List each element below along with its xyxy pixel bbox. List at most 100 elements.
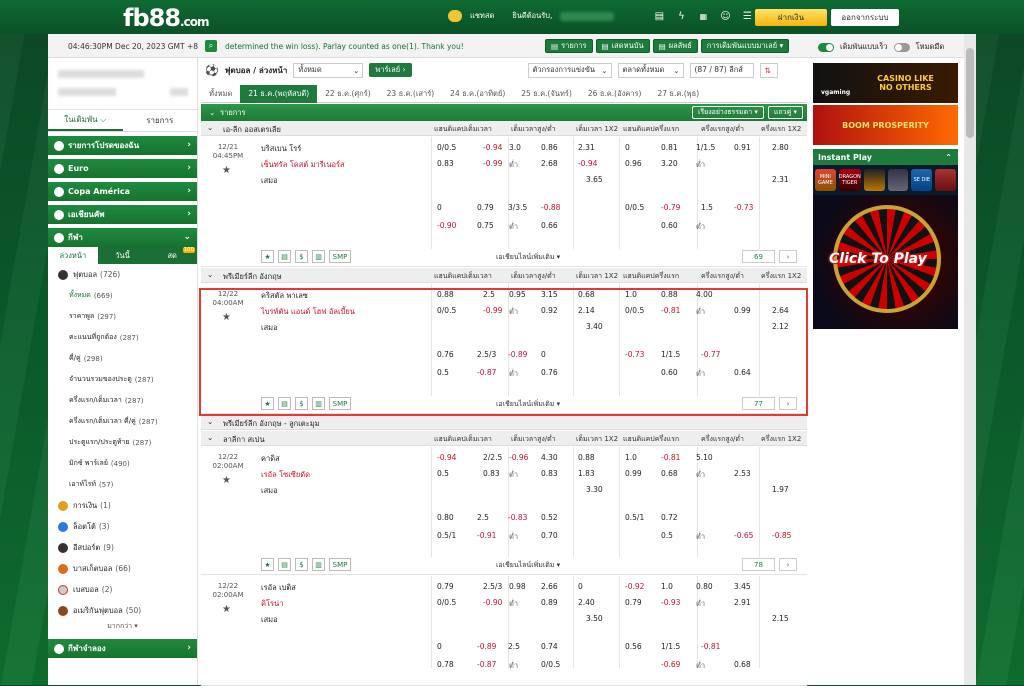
odds-value[interactable]: 3.20 bbox=[661, 159, 678, 168]
odds-value[interactable]: -0.90 bbox=[437, 221, 456, 230]
odds-value[interactable]: 0/0.5 bbox=[625, 203, 644, 212]
odds-value[interactable]: 0.68 bbox=[661, 469, 678, 478]
odds-value[interactable]: 0.70 bbox=[541, 531, 558, 540]
odds-value[interactable]: 0.98 bbox=[509, 582, 526, 591]
sidebar-group-asian-cup[interactable]: เอเชียนคัพ › bbox=[48, 205, 197, 224]
odds-value[interactable]: 1/1.5 bbox=[661, 642, 680, 651]
odds-value[interactable]: 0.76 bbox=[541, 368, 558, 377]
match-filter-select[interactable]: ตัวกรองการแข่งขัน ⌄ bbox=[527, 62, 612, 78]
odds-value[interactable]: 0.88 bbox=[437, 290, 454, 299]
home-team[interactable]: คาดิส bbox=[261, 453, 280, 465]
odds-value[interactable]: -0.89 bbox=[508, 350, 527, 359]
sidebar-item-outright[interactable]: เอาท์ไรท์ (57) bbox=[48, 474, 197, 495]
more-lines-link[interactable]: เอเชียนไลน์เพิ่มเติม ▾ bbox=[496, 560, 560, 571]
odds-value[interactable]: 1.0 bbox=[625, 290, 637, 299]
away-team[interactable]: เรอัล โซเซียดัด bbox=[261, 469, 310, 481]
odds-value[interactable]: -0.94 bbox=[483, 143, 502, 152]
odds-value[interactable]: 0.91 bbox=[734, 143, 751, 152]
tab-in-bet[interactable]: ในเดิมพัน ⌵ bbox=[48, 110, 123, 131]
odds-value[interactable]: 2.5 bbox=[477, 513, 489, 522]
odds-value[interactable]: -0.89 bbox=[477, 642, 496, 651]
view-select[interactable]: แถวคู่ ▾ bbox=[767, 106, 803, 119]
sidebar-item-ht-ft[interactable]: ครึ่งแรก/เต็มเวลา (287) bbox=[48, 390, 197, 411]
chevron-down-icon[interactable]: ⌄ bbox=[207, 433, 213, 442]
casino-banner[interactable]: vgaming CASINO LIKE NO OTHERS bbox=[813, 63, 958, 103]
sidebar-item-american-football[interactable]: อเมริกันฟุตบอล (50) bbox=[48, 600, 197, 621]
odds-value[interactable]: 0 bbox=[541, 350, 546, 359]
chat-icon[interactable] bbox=[448, 10, 462, 22]
odds-value[interactable]: 0.95 bbox=[509, 290, 526, 299]
chart-icon[interactable]: ▥ bbox=[312, 250, 325, 263]
odds-value[interactable]: 0.5 bbox=[437, 469, 449, 478]
smp-button[interactable]: SMP bbox=[329, 397, 351, 410]
odds-value[interactable]: 0/0.5 bbox=[541, 660, 560, 669]
odds-value[interactable]: 4.30 bbox=[541, 453, 558, 462]
odds-value[interactable]: 2.91 bbox=[734, 598, 751, 607]
favorite-star-icon[interactable]: ★ bbox=[222, 475, 231, 486]
home-team[interactable]: คริสตัล พาเลซ bbox=[261, 290, 308, 302]
subtab-early[interactable]: ล่วงหน้า bbox=[48, 247, 98, 264]
favorite-icon[interactable]: ★ bbox=[261, 397, 274, 410]
odds-value[interactable]: 0.83 bbox=[541, 469, 558, 478]
stats-icon[interactable]: ▤ bbox=[278, 558, 291, 571]
game-tile[interactable] bbox=[863, 169, 885, 191]
odds-value[interactable]: 1.0 bbox=[661, 582, 673, 591]
statement-button[interactable]: ▤ เสดหนบัน bbox=[595, 39, 650, 53]
odds-value[interactable]: -0.94 bbox=[437, 453, 456, 462]
odds-value[interactable]: 0.76 bbox=[437, 350, 454, 359]
sidebar-item-correct-score[interactable]: คะแนนที่ถูกต้อง (287) bbox=[48, 327, 197, 348]
odds-value[interactable]: 0/0.5 bbox=[437, 143, 456, 152]
chevron-down-icon[interactable]: ⌄ bbox=[207, 270, 213, 279]
odds-value[interactable]: 1.0 bbox=[625, 453, 637, 462]
odds-value[interactable]: -0.81 bbox=[661, 453, 680, 462]
stats-icon[interactable]: ▤ bbox=[278, 397, 291, 410]
chat-label[interactable]: แชทสด bbox=[470, 10, 494, 22]
tab-list[interactable]: รายการ bbox=[123, 110, 198, 131]
odds-value[interactable]: 0.79 bbox=[625, 598, 642, 607]
odds-value[interactable]: -0.81 bbox=[661, 306, 680, 315]
odds-value[interactable]: 0.64 bbox=[734, 368, 751, 377]
bolt-icon[interactable]: ϟ bbox=[674, 9, 688, 23]
odds-value[interactable]: 2.5 bbox=[483, 290, 495, 299]
sport-select[interactable]: ทั้งหมด ⌄ bbox=[293, 62, 364, 78]
wallet-icon[interactable]: ▤ bbox=[652, 9, 666, 23]
odds-value[interactable]: 2.15 bbox=[772, 614, 789, 623]
odds-value[interactable]: 0.81 bbox=[661, 143, 678, 152]
odds-value[interactable]: 3/3.5 bbox=[508, 203, 527, 212]
odds-value[interactable]: 1.97 bbox=[772, 485, 789, 494]
next-arrow-icon[interactable]: › bbox=[779, 397, 797, 410]
odds-value[interactable]: -0.83 bbox=[508, 513, 527, 522]
odds-value[interactable]: -0.79 bbox=[661, 203, 680, 212]
odds-value[interactable]: -0.92 bbox=[625, 582, 644, 591]
league-count-select[interactable]: (87 / 87) ลีกส์ bbox=[689, 62, 754, 78]
odds-value[interactable]: 2.31 bbox=[578, 143, 595, 152]
odds-value[interactable]: 0.56 bbox=[625, 642, 642, 651]
more-lines-link[interactable]: เอเชียนไลน์เพิ่มเติม ▾ bbox=[496, 399, 560, 410]
odds-value[interactable]: -0.65 bbox=[734, 531, 753, 540]
odds-value[interactable]: -0.85 bbox=[772, 531, 791, 540]
odds-value[interactable]: 2.68 bbox=[541, 159, 558, 168]
odds-value[interactable]: -0.81 bbox=[701, 642, 720, 651]
odds-value[interactable]: 0/0.5 bbox=[625, 306, 644, 315]
odds-value[interactable]: -0.87 bbox=[477, 368, 496, 377]
odds-value[interactable]: 1/1.5 bbox=[696, 143, 715, 152]
date-tab-dec21[interactable]: 21 ธ.ค.(พฤหัสบดี) bbox=[240, 84, 318, 103]
quick-bet-toggle[interactable] bbox=[818, 42, 834, 52]
click-to-play-banner[interactable]: Click To Play bbox=[813, 195, 958, 329]
sidebar-group-favorites[interactable]: รายการโปรดของฉัน › bbox=[48, 136, 197, 155]
league-header[interactable]: ⌄ พรีเมียร์ลีก อังกฤษ แฮนดิแคปเต็มเวลา เต็ม… bbox=[201, 268, 807, 283]
date-tab-dec27[interactable]: 27 ธ.ค.(พุธ) bbox=[649, 85, 707, 103]
sidebar-item-lotto[interactable]: ล็อตโต้ (3) bbox=[48, 516, 197, 537]
scrollbar-thumb[interactable] bbox=[966, 48, 974, 138]
sidebar-item-pool[interactable]: ราคาพูล (297) bbox=[48, 306, 197, 327]
favorite-icon[interactable]: ★ bbox=[261, 558, 274, 571]
odds-value[interactable]: 0.99 bbox=[625, 469, 642, 478]
odds-value[interactable]: 1/1.5 bbox=[661, 350, 680, 359]
odds-value[interactable]: -0.73 bbox=[734, 203, 753, 212]
sidebar-group-sports[interactable]: กีฬา ⌄ bbox=[48, 228, 197, 247]
next-arrow-icon[interactable]: › bbox=[779, 558, 797, 571]
logout-button[interactable]: ออกจากระบบ bbox=[831, 9, 899, 26]
odds-value[interactable]: 4.00 bbox=[696, 290, 713, 299]
odds-value[interactable]: 0.86 bbox=[541, 143, 558, 152]
odds-value[interactable]: 2/2.5 bbox=[483, 453, 502, 462]
